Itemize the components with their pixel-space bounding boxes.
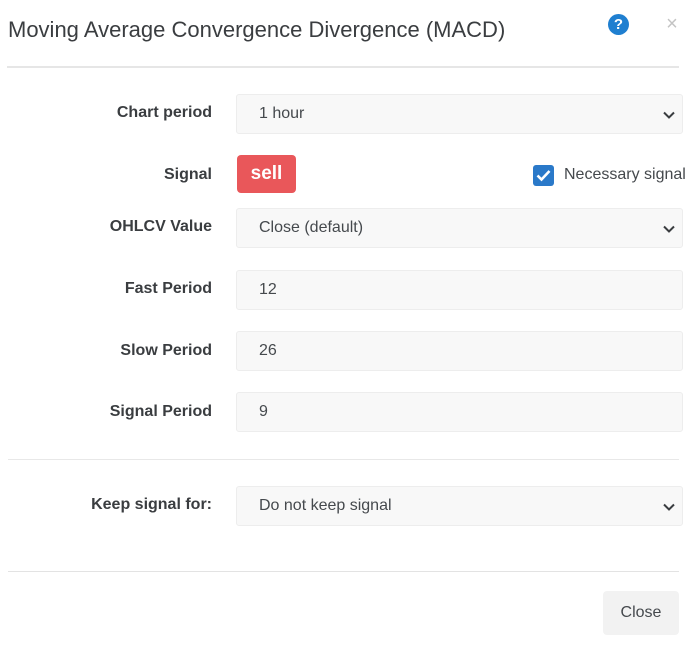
signal-period-label: Signal Period (109, 403, 212, 420)
close-icon[interactable]: × (662, 13, 682, 35)
fast-period-label: Fast Period (124, 280, 212, 297)
chevron-down-icon (663, 111, 675, 119)
ohlcv-value: Close (default) (259, 219, 364, 236)
signal-period-input[interactable]: 9 (236, 392, 683, 432)
chart-period-select[interactable]: 1 hour (236, 94, 683, 134)
question-circle-icon[interactable]: ? (608, 14, 629, 35)
section-divider (8, 459, 679, 460)
chart-period-value: 1 hour (259, 105, 305, 122)
footer-divider (8, 571, 679, 572)
chevron-down-icon (663, 503, 675, 511)
header-divider (7, 66, 679, 68)
necessary-signal-label[interactable]: Necessary signal (564, 166, 686, 184)
close-button[interactable]: Close (603, 591, 679, 635)
checkmark-icon (536, 170, 551, 182)
keep-signal-label: Keep signal for: (91, 496, 212, 513)
slow-period-label: Slow Period (120, 342, 212, 359)
fast-period-input[interactable]: 12 (236, 270, 683, 310)
ohlcv-label: OHLCV Value (109, 218, 212, 235)
ohlcv-select[interactable]: Close (default) (236, 208, 683, 248)
slow-period-input[interactable]: 26 (236, 331, 683, 371)
chevron-down-icon (663, 225, 675, 233)
modal-title: Moving Average Convergence Divergence (M… (8, 17, 506, 42)
chart-period-label: Chart period (116, 104, 212, 121)
keep-signal-value: Do not keep signal (259, 497, 392, 514)
necessary-signal-checkbox[interactable] (533, 165, 554, 186)
signal-label: Signal (163, 166, 212, 183)
modal-header: Moving Average Convergence Divergence (M… (0, 0, 696, 68)
keep-signal-select[interactable]: Do not keep signal (236, 486, 683, 526)
signal-sell-badge[interactable]: sell (237, 155, 296, 193)
